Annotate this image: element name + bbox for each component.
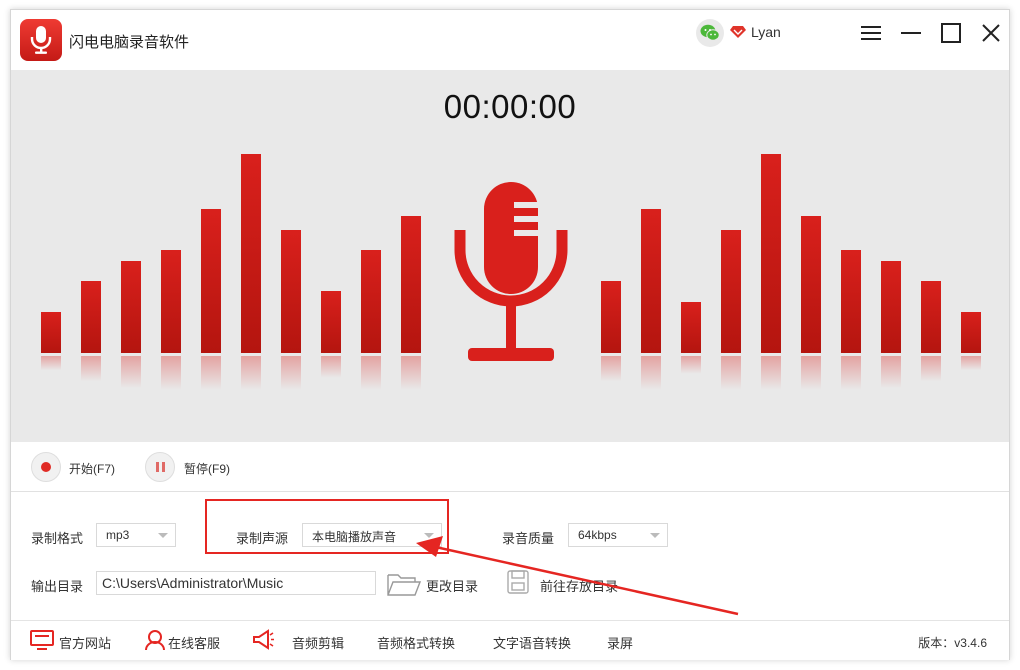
monitor-icon[interactable] [30,629,54,651]
left-level-bar-reflection-5 [201,356,221,390]
app-title: 闪电电脑录音软件 [69,34,190,51]
left-level-bar-9 [361,250,381,353]
website-link[interactable]: 官方网站 [59,633,111,652]
right-level-bar-reflection-4 [721,356,741,390]
pause-icon [156,462,159,472]
right-level-bar-2 [641,209,661,353]
right-level-bar-3 [681,302,701,353]
right-level-bar-7 [841,250,861,353]
left-level-bar-reflection-9 [361,356,381,390]
left-level-bar-reflection-2 [81,356,101,382]
version-label: 版本：v3.4.6 [918,636,987,650]
right-level-bar-9 [921,281,941,353]
left-level-bar-2 [81,281,101,353]
quality-label: 录音质量 [502,531,555,546]
right-level-bar-8 [881,261,901,353]
maximize-icon[interactable] [939,21,963,45]
left-level-bar-7 [281,230,301,353]
right-level-bar-reflection-7 [841,356,861,390]
app-logo [20,19,62,61]
support-icon[interactable] [144,629,166,651]
folder-icon[interactable] [387,571,421,597]
right-level-bar-reflection-9 [921,356,941,382]
left-level-bar-reflection-10 [401,356,421,390]
change-dir-button[interactable]: 更改目录 [426,576,478,595]
left-level-bar-reflection-6 [241,356,261,390]
source-select[interactable]: 本电脑播放声音 [302,523,442,547]
right-level-bar-5 [761,154,781,353]
pause-record-button[interactable] [145,452,175,482]
wechat-icon[interactable] [696,19,724,47]
format-select[interactable]: mp3 [96,523,176,547]
microphone-logo-icon [30,26,52,54]
left-level-bar-reflection-3 [121,356,141,389]
chevron-down-icon [650,533,660,538]
start-record-button[interactable] [31,452,61,482]
right-level-bar-reflection-3 [681,356,701,374]
left-level-bar-8 [321,291,341,353]
red-arrow-annotation [416,536,739,616]
output-label: 输出目录 [31,579,84,594]
minimize-icon[interactable] [899,21,923,45]
quality-select[interactable]: 64kbps [568,523,668,547]
recording-controls: 开始(F7) 暂停(F9) [11,442,1009,492]
footer-bar: 官方网站 在线客服 音频剪辑 音频格式转换 文字语音转换 录屏 版本：v3.4.… [11,620,1009,660]
right-level-bar-reflection-2 [641,356,661,390]
user-name[interactable]: Lyan [751,24,781,40]
audio-cut-link[interactable]: 音频剪辑 [292,633,344,652]
output-path-field[interactable]: C:\Users\Administrator\Music [96,571,376,595]
left-level-bar-reflection-1 [41,356,61,371]
right-level-bar-6 [801,216,821,353]
right-level-bar-10 [961,312,981,353]
app-window: 闪电电脑录音软件 Lyan 00:00:00 开始(F7) 暂停(F9) 录制格… [10,9,1010,660]
left-level-bar-1 [41,312,61,353]
screen-record-link[interactable]: 录屏 [607,633,633,652]
start-label[interactable]: 开始(F7) [69,460,115,477]
right-level-bar-reflection-6 [801,356,821,390]
source-value: 本电脑播放声音 [312,530,397,544]
left-level-bar-3 [121,261,141,353]
support-link[interactable]: 在线客服 [168,633,220,652]
left-level-bar-6 [241,154,261,353]
left-level-bar-reflection-7 [281,356,301,390]
vip-diamond-icon [730,26,746,38]
tts-link[interactable]: 文字语音转换 [493,633,571,652]
menu-icon[interactable] [859,21,883,45]
right-level-bar-1 [601,281,621,353]
left-level-bar-4 [161,250,181,353]
right-level-bar-4 [721,230,741,353]
quality-value: 64kbps [578,528,617,542]
format-label: 录制格式 [31,531,84,546]
left-level-bar-5 [201,209,221,353]
left-level-bar-reflection-4 [161,356,181,390]
right-level-bar-reflection-1 [601,356,621,382]
source-label: 录制声源 [236,531,289,546]
megaphone-icon[interactable] [251,629,275,651]
format-value: mp3 [106,528,130,542]
right-level-bar-reflection-8 [881,356,901,389]
settings-panel: 录制格式 mp3 录制声源 本电脑播放声音 录音质量 64kbps 输出目录 C… [11,493,1009,618]
chevron-down-icon [424,533,434,538]
open-dir-button[interactable]: 前往存放目录 [540,576,618,595]
chevron-down-icon [158,533,168,538]
record-dot-icon [41,462,51,472]
pause-label[interactable]: 暂停(F9) [184,460,230,477]
right-level-bar-reflection-10 [961,356,981,371]
save-icon[interactable] [507,570,529,594]
right-level-bar-reflection-5 [761,356,781,390]
recording-visualizer: 00:00:00 [11,70,1009,442]
format-convert-link[interactable]: 音频格式转换 [377,633,455,652]
recording-timer: 00:00:00 [443,88,577,125]
left-level-bar-10 [401,216,421,353]
microphone-icon [454,182,568,361]
close-icon[interactable] [979,21,1003,45]
left-level-bar-reflection-8 [321,356,341,378]
title-bar: 闪电电脑录音软件 Lyan [11,10,1009,70]
